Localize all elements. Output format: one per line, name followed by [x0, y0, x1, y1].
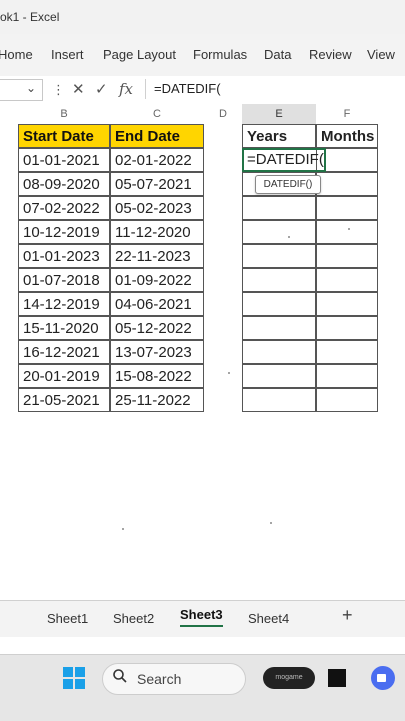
end-date-cell[interactable]: 15-08-2022	[110, 364, 204, 388]
months-cell[interactable]	[316, 316, 378, 340]
months-cell[interactable]	[316, 172, 378, 196]
tab-view[interactable]: View	[367, 47, 395, 62]
column-header-e[interactable]: E	[242, 104, 316, 124]
header-end-date[interactable]: End Date	[110, 124, 204, 148]
taskbar: Search mogame	[0, 654, 405, 721]
cancel-icon[interactable]: ✕	[72, 80, 85, 98]
sheet-tab-4[interactable]: Sheet4	[248, 611, 289, 626]
years-cell[interactable]	[242, 268, 316, 292]
windows-start-icon[interactable]	[63, 667, 85, 689]
end-date-cell[interactable]: 25-11-2022	[110, 388, 204, 412]
start-date-cell[interactable]: 20-01-2019	[18, 364, 110, 388]
function-tooltip[interactable]: DATEDIF()	[255, 175, 321, 194]
header-months[interactable]: Months	[316, 124, 378, 148]
more-options-icon[interactable]: ⋮	[52, 82, 65, 98]
years-cell[interactable]	[242, 316, 316, 340]
column-headers: B C D E F	[0, 104, 405, 124]
tab-formulas[interactable]: Formulas	[193, 47, 247, 62]
header-start-date[interactable]: Start Date	[18, 124, 110, 148]
formula-input[interactable]: =DATEDIF(	[145, 79, 405, 99]
end-date-cell[interactable]: 22-11-2023	[110, 244, 204, 268]
years-cell[interactable]	[242, 244, 316, 268]
tab-insert[interactable]: Insert	[51, 47, 84, 62]
window-title: ok1 - Excel	[0, 10, 60, 24]
start-date-cell[interactable]: 01-07-2018	[18, 268, 110, 292]
start-date-cell[interactable]: 14-12-2019	[18, 292, 110, 316]
years-cell[interactable]	[242, 220, 316, 244]
end-date-cell[interactable]: 01-09-2022	[110, 268, 204, 292]
active-cell-years[interactable]: =DATEDIF(	[242, 148, 326, 172]
name-box[interactable]: ⌄	[0, 79, 43, 101]
add-sheet-icon[interactable]: +	[342, 605, 353, 626]
years-cell[interactable]	[242, 196, 316, 220]
app-icon[interactable]	[328, 669, 346, 687]
months-cell[interactable]	[316, 220, 378, 244]
months-cell[interactable]	[316, 340, 378, 364]
header-years[interactable]: Years	[242, 124, 316, 148]
column-header-d[interactable]: D	[204, 104, 242, 124]
enter-icon[interactable]: ✓	[95, 80, 108, 98]
start-date-cell[interactable]: 01-01-2023	[18, 244, 110, 268]
title-bar: ok1 - Excel	[0, 0, 405, 34]
end-date-cell[interactable]: 11-12-2020	[110, 220, 204, 244]
start-date-cell[interactable]: 15-11-2020	[18, 316, 110, 340]
taskbar-search[interactable]: Search	[102, 663, 246, 695]
start-date-cell[interactable]: 16-12-2021	[18, 340, 110, 364]
tab-home[interactable]: Home	[0, 47, 33, 62]
end-date-cell[interactable]: 05-02-2023	[110, 196, 204, 220]
start-date-cell[interactable]: 01-01-2021	[18, 148, 110, 172]
formula-bar: ⌄ ⋮ ✕ ✓ fx =DATEDIF(	[0, 76, 405, 105]
tab-page-layout[interactable]: Page Layout	[103, 47, 176, 62]
column-header-c[interactable]: C	[110, 104, 204, 124]
search-label: Search	[137, 671, 182, 687]
sheet-tab-1[interactable]: Sheet1	[47, 611, 88, 626]
years-cell[interactable]	[242, 364, 316, 388]
column-header-b[interactable]: B	[18, 104, 110, 124]
end-date-cell[interactable]: 04-06-2021	[110, 292, 204, 316]
tab-review[interactable]: Review	[309, 47, 352, 62]
end-date-cell[interactable]: 05-07-2021	[110, 172, 204, 196]
years-cell[interactable]	[242, 388, 316, 412]
search-icon	[113, 669, 127, 683]
start-date-cell[interactable]: 21-05-2021	[18, 388, 110, 412]
tab-data[interactable]: Data	[264, 47, 291, 62]
months-cell[interactable]	[316, 292, 378, 316]
months-cell[interactable]	[316, 364, 378, 388]
years-cell[interactable]	[242, 292, 316, 316]
sheet-tab-2[interactable]: Sheet2	[113, 611, 154, 626]
video-call-icon[interactable]	[371, 666, 395, 690]
sheet-tab-3[interactable]: Sheet3	[180, 607, 223, 627]
end-date-cell[interactable]: 05-12-2022	[110, 316, 204, 340]
months-cell[interactable]	[316, 196, 378, 220]
start-date-cell[interactable]: 07-02-2022	[18, 196, 110, 220]
sheet-tabs: Sheet1 Sheet2 Sheet3 Sheet4 +	[0, 600, 405, 637]
start-date-cell[interactable]: 10-12-2019	[18, 220, 110, 244]
column-header-f[interactable]: F	[316, 104, 378, 124]
chevron-down-icon[interactable]: ⌄	[26, 81, 36, 95]
end-date-cell[interactable]: 13-07-2023	[110, 340, 204, 364]
months-cell[interactable]	[316, 244, 378, 268]
app-badge[interactable]: mogame	[263, 667, 315, 689]
start-date-cell[interactable]: 08-09-2020	[18, 172, 110, 196]
end-date-cell[interactable]: 02-01-2022	[110, 148, 204, 172]
years-cell[interactable]	[242, 340, 316, 364]
insert-function-icon[interactable]: fx	[119, 80, 133, 98]
months-cell[interactable]	[316, 268, 378, 292]
months-cell[interactable]	[316, 388, 378, 412]
ribbon-tabs: Home Insert Page Layout Formulas Data Re…	[0, 34, 405, 77]
